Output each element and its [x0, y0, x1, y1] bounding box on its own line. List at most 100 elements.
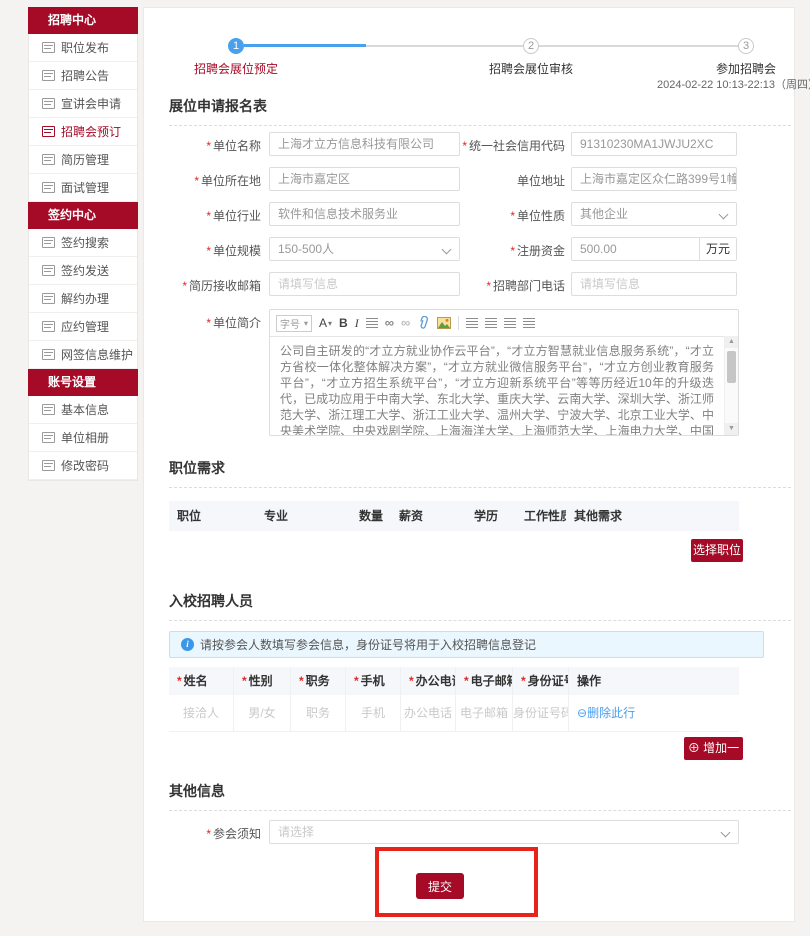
toolbar-separator	[458, 316, 459, 330]
label-industry: *单位行业	[144, 207, 261, 224]
step-3-datetime: 2024-02-22 10:13-22:13（周四）	[618, 76, 810, 92]
company-intro-editor: 字号▾ A▾ B I ∞ ∞ 公司自主研发的“才立方就业协作云平台”，“才立方智…	[269, 309, 739, 436]
staff-title-input[interactable]: 职务	[291, 695, 346, 731]
step-1-circle: 1	[228, 38, 244, 54]
label-capital: *注册资金	[444, 242, 565, 259]
label-location: *单位所在地	[144, 172, 261, 189]
sidebar: 招聘中心 职位发布 招聘公告 宣讲会申请 招聘会预订 简历管理 面试管理 签约中…	[28, 7, 138, 481]
sidebar-item-jobfair-booking[interactable]: 招聘会预订	[29, 118, 137, 146]
sidebar-item-sign-reply[interactable]: 应约管理	[29, 313, 137, 341]
section-title-booth-form: 展位申请报名表	[169, 96, 791, 126]
step-2-label: 招聘会展位审核	[451, 60, 611, 77]
sidebar-item-sign-cancel[interactable]: 解约办理	[29, 285, 137, 313]
sidebar-item-change-password[interactable]: 修改密码	[29, 452, 137, 480]
sidebar-item-netsign-info[interactable]: 网签信息维护	[29, 341, 137, 369]
capital-unit: 万元	[699, 238, 736, 260]
doc-icon	[42, 182, 55, 193]
resume-email-input[interactable]: 请填写信息	[269, 272, 460, 296]
align-justify-icon[interactable]	[523, 318, 535, 328]
location-input[interactable]: 上海市嘉定区	[269, 167, 460, 191]
doc-icon	[42, 126, 55, 137]
step-line-2	[539, 45, 738, 47]
step-2-circle: 2	[523, 38, 539, 54]
sidebar-item-resume-manage[interactable]: 简历管理	[29, 146, 137, 174]
scale-select[interactable]: 150-500人	[269, 237, 460, 261]
minus-circle-icon: ⊖	[577, 706, 587, 720]
label-credit-code: *统一社会信用代码	[444, 137, 565, 154]
staff-gender-input[interactable]: 男/女	[234, 695, 291, 731]
link-icon[interactable]: ∞	[385, 318, 394, 328]
sidebar-item-interview-manage[interactable]: 面试管理	[29, 174, 137, 202]
sidebar-section-recruit: 招聘中心	[28, 7, 138, 34]
label-address: 单位地址	[444, 172, 565, 189]
step-3-label: 参加招聘会	[666, 60, 810, 77]
doc-icon	[42, 265, 55, 276]
nature-select[interactable]: 其他企业	[571, 202, 737, 226]
label-dept-phone: *招聘部门电话	[444, 277, 565, 294]
list-icon[interactable]	[366, 318, 378, 328]
editor-scrollbar[interactable]: ▲ ▼	[724, 336, 738, 435]
sidebar-section-account: 账号设置	[28, 369, 138, 396]
label-company-intro: *单位简介	[144, 314, 261, 331]
address-input[interactable]: 上海市嘉定区众仁路399号1幢12层B区J246...	[571, 167, 737, 191]
doc-icon	[42, 154, 55, 165]
add-row-button[interactable]: ⊕ 增加一行	[684, 737, 743, 760]
doc-icon	[42, 70, 55, 81]
doc-icon	[42, 432, 55, 443]
align-center-icon[interactable]	[485, 318, 497, 328]
credit-code-input[interactable]: 91310230MA1JWJU2XC	[571, 132, 737, 156]
label-company-name: *单位名称	[144, 137, 261, 154]
sidebar-item-recruit-notice[interactable]: 招聘公告	[29, 62, 137, 90]
italic-button[interactable]: I	[355, 316, 359, 331]
dept-phone-input[interactable]: 请填写信息	[571, 272, 737, 296]
sidebar-section-sign: 签约中心	[28, 202, 138, 229]
staff-mobile-input[interactable]: 手机	[346, 695, 401, 731]
sidebar-item-sign-search[interactable]: 签约搜索	[29, 229, 137, 257]
chevron-down-icon: ▾	[304, 318, 308, 328]
doc-icon	[42, 321, 55, 332]
doc-icon	[42, 237, 55, 248]
company-name-input[interactable]: 上海才立方信息科技有限公司	[269, 132, 460, 156]
info-icon: i	[181, 638, 194, 651]
staff-email-input[interactable]: 电子邮箱	[456, 695, 513, 731]
align-right-icon[interactable]	[504, 318, 516, 328]
sidebar-item-lecture-apply[interactable]: 宣讲会申请	[29, 90, 137, 118]
align-left-icon[interactable]	[466, 318, 478, 328]
main-panel: 1 2 3 招聘会展位预定 招聘会展位审核 参加招聘会 2024-02-22 1…	[143, 7, 795, 922]
image-icon[interactable]	[437, 317, 451, 329]
attachment-icon[interactable]	[417, 316, 430, 330]
doc-icon	[42, 349, 55, 360]
capital-input[interactable]: 500.00万元	[571, 237, 737, 261]
scroll-down-icon[interactable]: ▼	[725, 423, 738, 435]
positions-table-header: 职位 专业 数量 薪资 学历 工作性质 其他需求	[169, 501, 739, 531]
meeting-notice-select[interactable]: 请选择	[269, 820, 739, 844]
section-title-positions: 职位需求	[169, 458, 791, 488]
scrollbar-thumb[interactable]	[727, 351, 736, 383]
sidebar-item-basic-info[interactable]: 基本信息	[29, 396, 137, 424]
sidebar-item-job-publish[interactable]: 职位发布	[29, 34, 137, 62]
select-position-button[interactable]: 选择职位	[691, 539, 743, 562]
label-resume-email: *简历接收邮箱	[144, 277, 261, 294]
staff-notice-text: 请按参会人数填写参会信息，身份证号将用于入校招聘信息登记	[200, 636, 536, 653]
bold-button[interactable]: B	[339, 316, 348, 330]
chevron-down-icon	[719, 210, 729, 220]
doc-icon	[42, 460, 55, 471]
font-size-select[interactable]: 字号▾	[276, 315, 312, 332]
industry-input[interactable]: 软件和信息技术服务业	[269, 202, 460, 226]
staff-office-phone-input[interactable]: 办公电话	[401, 695, 456, 731]
staff-table-header: *姓名 *性别 *职务 *手机 *办公电话 *电子邮箱 *身份证号码 操作	[169, 667, 739, 695]
section-title-other: 其他信息	[169, 781, 791, 811]
staff-idcard-input[interactable]: 身份证号码	[513, 695, 569, 731]
submit-button[interactable]: 提交	[416, 873, 464, 899]
font-color-button[interactable]: A▾	[319, 316, 332, 330]
delete-row-link[interactable]: ⊖删除此行	[577, 706, 635, 720]
sidebar-item-sign-send[interactable]: 签约发送	[29, 257, 137, 285]
company-intro-text[interactable]: 公司自主研发的“才立方就业协作云平台”，“才立方智慧就业信息服务系统”，“才立方…	[270, 336, 724, 435]
step-1-label: 招聘会展位预定	[156, 60, 316, 77]
unlink-icon[interactable]: ∞	[401, 318, 410, 328]
doc-icon	[42, 42, 55, 53]
section-title-staff: 入校招聘人员	[169, 591, 791, 621]
staff-name-input[interactable]: 接洽人	[169, 695, 234, 731]
scroll-up-icon[interactable]: ▲	[725, 336, 738, 348]
sidebar-item-company-album[interactable]: 单位相册	[29, 424, 137, 452]
